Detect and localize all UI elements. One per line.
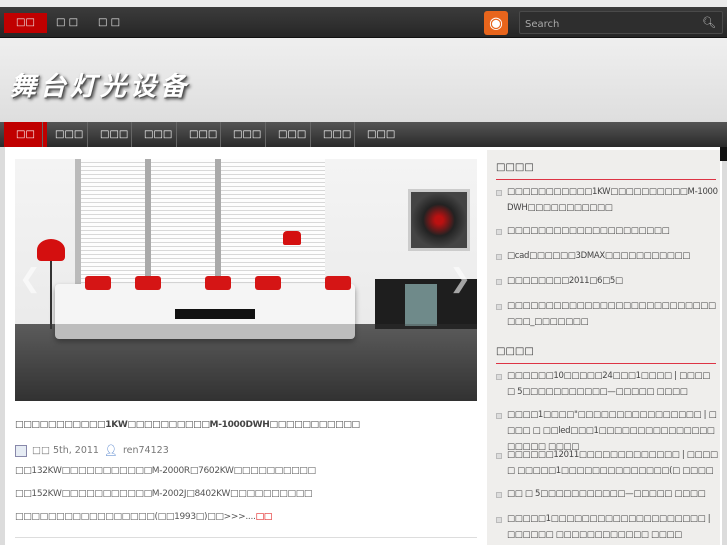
featured-slider[interactable]: ❮ ❯ — [15, 159, 477, 401]
post-excerpt-line: □□132KW□□□□□□□□□□□M-2000R□7602KW□□□□□□□□… — [15, 466, 316, 476]
widget-divider — [496, 179, 716, 180]
sidebar-link[interactable]: □□□□□1□□□□□□□□□□□□□□□□□□□□ | □□□□□□ □□□□… — [496, 511, 718, 543]
top-strip — [0, 0, 727, 7]
site-logo[interactable]: 舞台灯光设备 — [10, 66, 190, 103]
lamp-shade — [37, 239, 65, 261]
widget-title-recent: □□□□ — [496, 162, 534, 173]
top-nav-home[interactable]: □□ — [4, 13, 47, 33]
post-author[interactable]: ren74123 — [123, 445, 169, 456]
slide-image-art — [408, 189, 470, 251]
recent-post-link[interactable]: □□□□□□□□□□□1KW□□□□□□□□□□M-1000DWH□□□□□□□… — [496, 184, 718, 216]
post-date: □□ 5th, 2011 — [32, 445, 99, 456]
sidebar-link[interactable]: □□□□□□10□□□□□24□□□1□□□□ | □□□□ □ 5□□□□□□… — [496, 368, 718, 400]
recent-post-link[interactable]: □□□□□□□□2011□6□5□ — [496, 273, 718, 289]
slide-image-blinds — [75, 159, 325, 299]
top-nav-item[interactable]: □ □ — [44, 13, 90, 33]
recent-post-link[interactable]: □cad□□□□□□3DMAX□□□□□□□□□□□ — [496, 248, 718, 264]
post-excerpt-line: □□152KW□□□□□□□□□□□M-2002J□8402KW□□□□□□□□… — [15, 489, 313, 499]
slide-image-table — [175, 309, 255, 319]
site-header: 舞台灯光设备 — [0, 38, 727, 122]
lamp-shade — [283, 231, 301, 245]
widget-divider — [496, 363, 716, 364]
search-box: 🔍︎ — [519, 11, 723, 35]
slider-prev-arrow-icon[interactable]: ❮ — [19, 264, 41, 294]
post-excerpt-line: □□□□□□□□□□□□□□□□□(□□1993□)□□>>>....□□ — [15, 512, 477, 522]
slider-next-arrow-icon[interactable]: ❯ — [449, 264, 471, 294]
main-nav-item[interactable]: □□□ — [354, 122, 407, 147]
divider — [15, 537, 477, 538]
main-nav: □□ □□□ □□□ □□□ □□□ □□□ □□□ □□□ □□□ — [0, 122, 727, 147]
calendar-icon — [15, 444, 27, 457]
rss-icon[interactable]: ◉ — [484, 11, 508, 35]
search-input[interactable] — [520, 14, 700, 35]
edge-decoration — [720, 147, 727, 161]
widget-title-other: □□□□ — [496, 346, 534, 357]
main-nav-home[interactable]: □□ — [4, 122, 47, 147]
sidebar-link[interactable]: □□ □ 5□□□□□□□□□□□—□□□□□ □□□□ — [496, 486, 718, 502]
lamp-pole — [50, 259, 52, 329]
slide-caption-overlay — [15, 324, 477, 401]
post-excerpt-text: □□□□□□□□□□□□□□□□□(□□1993□)□□>>>.... — [15, 512, 256, 522]
top-nav-item[interactable]: □ □ — [86, 13, 132, 33]
read-more-link[interactable]: □□ — [256, 512, 273, 522]
post-title[interactable]: □□□□□□□□□□□1KW□□□□□□□□□□M-1000DWH□□□□□□□… — [15, 420, 477, 430]
sidebar: □□□□ □□□□□□□□□□□1KW□□□□□□□□□□M-1000DWH□□… — [487, 150, 720, 545]
search-icon[interactable]: 🔍︎ — [702, 16, 716, 29]
post-meta: □□ 5th, 2011 👤︎ ren74123 — [15, 444, 169, 457]
user-icon: 👤︎ — [103, 444, 118, 457]
recent-post-link[interactable]: □□□□□□□□□□□□□□□□□□□□□ — [496, 223, 718, 239]
sidebar-link[interactable]: □□□□□□12011□□□□□□□□□□□□□ | □□□□ □ □□□□□1… — [496, 447, 718, 479]
recent-post-link[interactable]: □□□□□□□□□□□□□□□□□□□□□□□□□□□□□□_□□□□□□□ — [496, 298, 718, 330]
